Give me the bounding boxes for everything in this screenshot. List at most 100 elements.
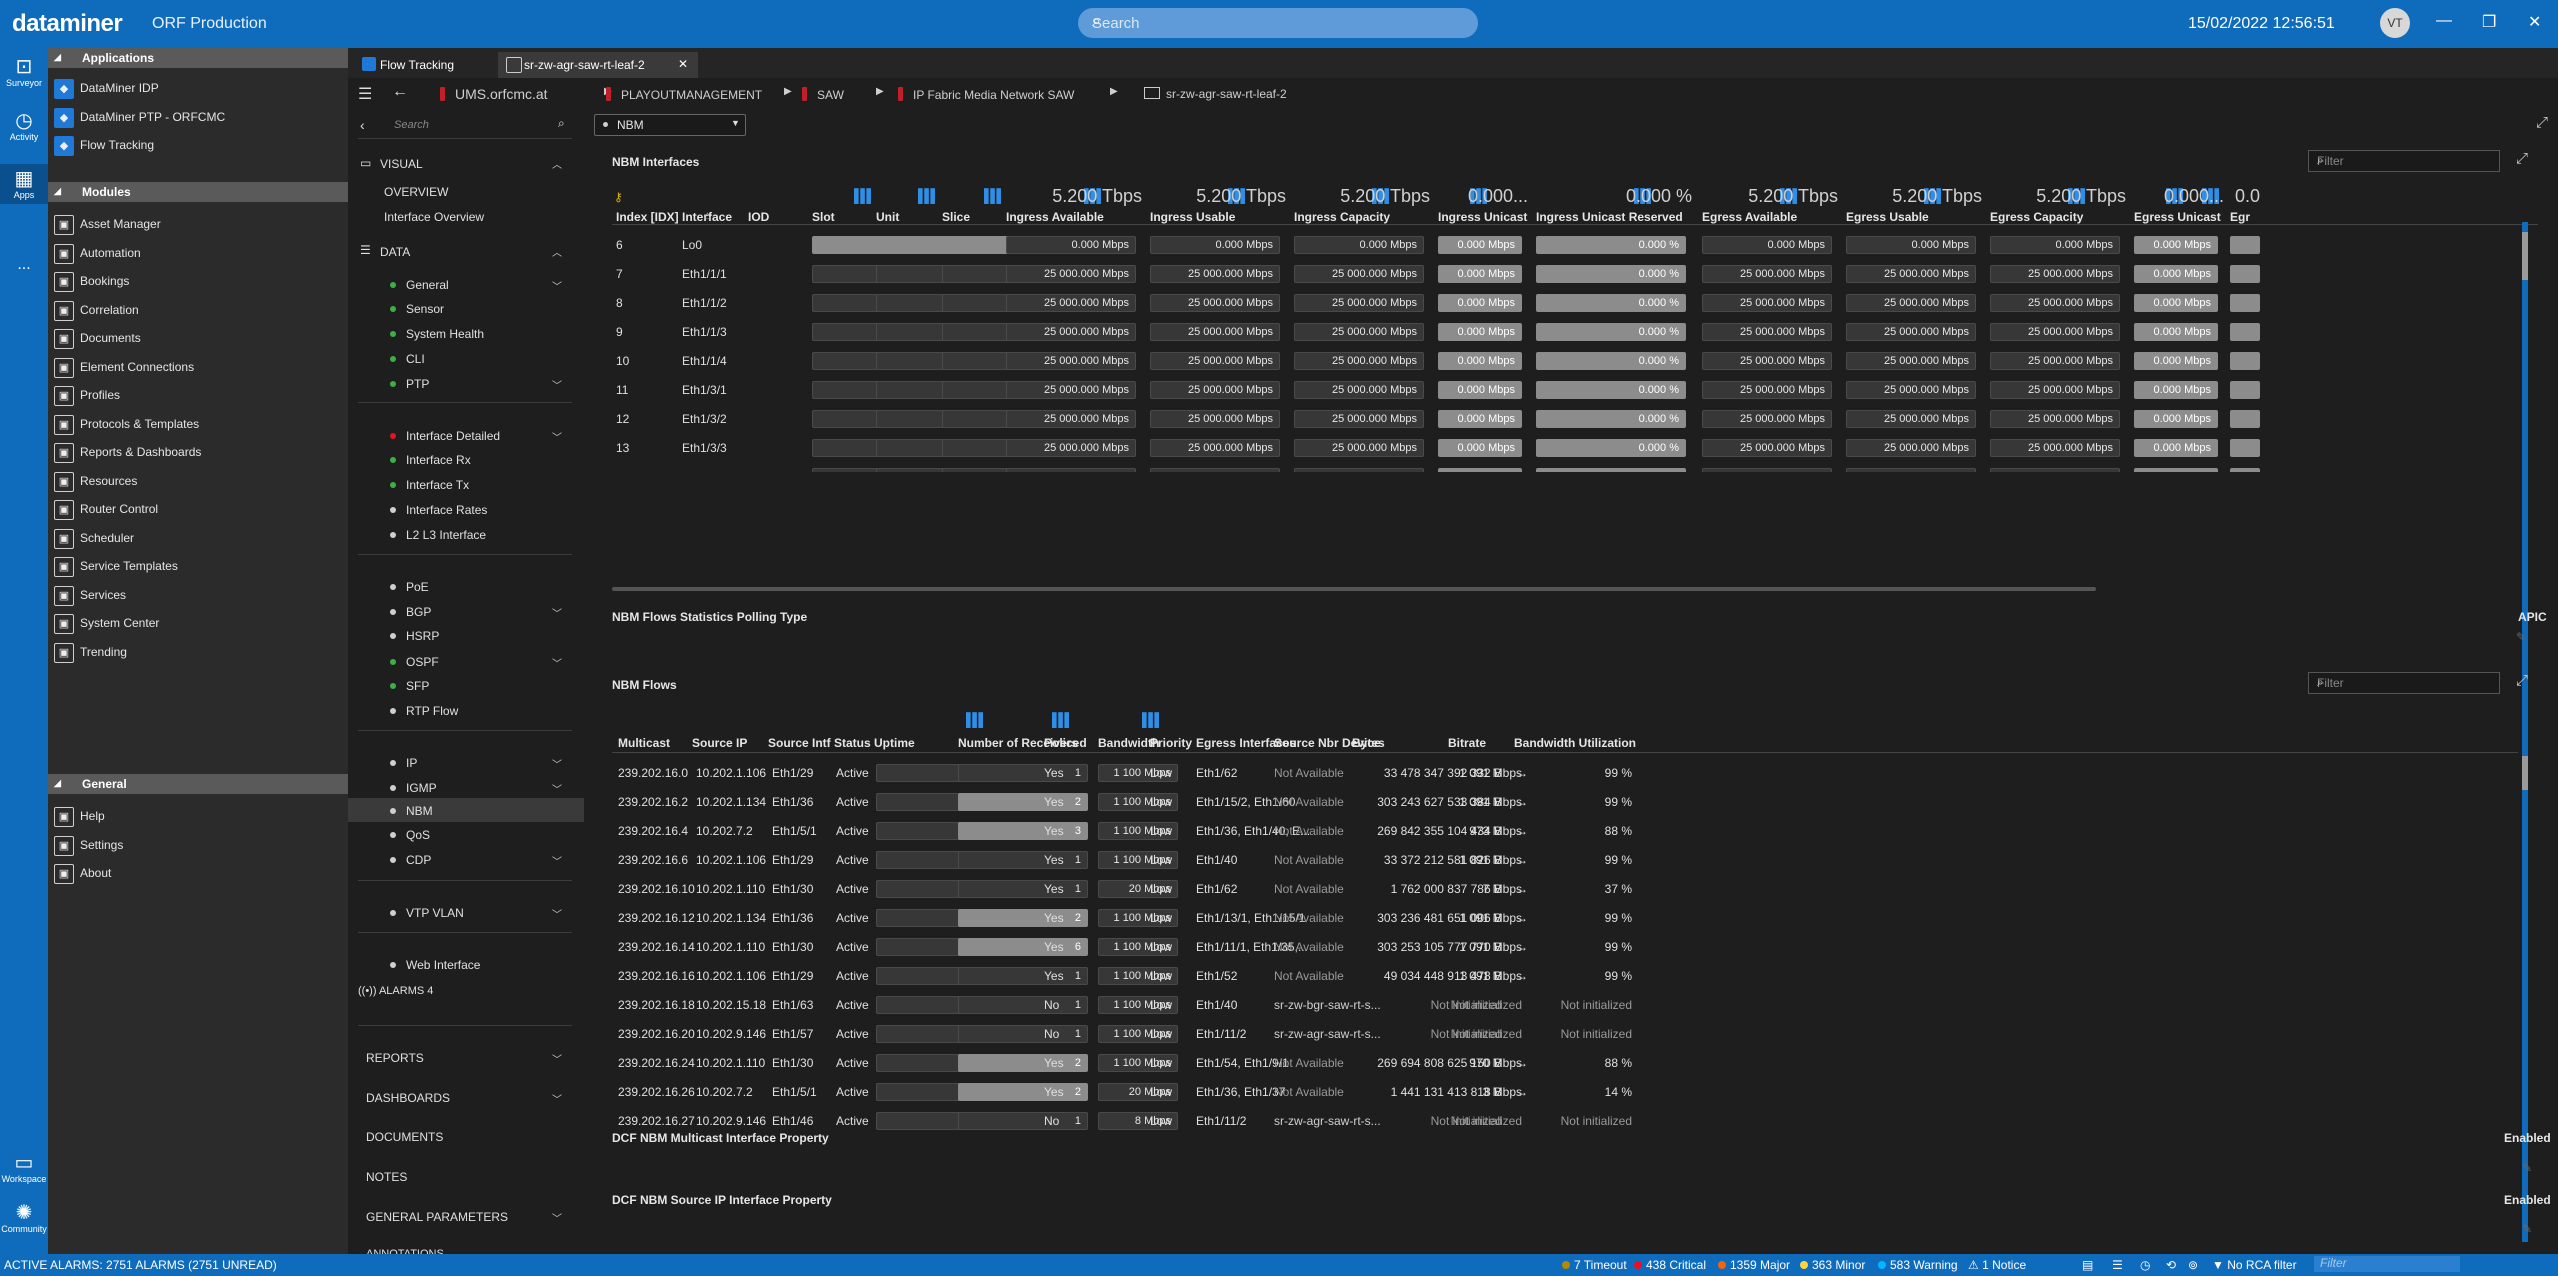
tab-element[interactable]: sr-zw-agr-saw-rt-leaf-2 ✕ [498,52,698,78]
chevron-down-icon[interactable]: ﹀ [552,853,562,868]
tree-ptp[interactable]: PTP [390,377,429,391]
chevron-down-icon[interactable]: ﹀ [552,278,562,293]
tree-ospf[interactable]: OSPF [390,655,439,669]
column-header[interactable]: Ingress Unicast [1438,210,1527,224]
nav-item[interactable]: ◆ Flow Tracking [48,131,348,159]
modules-header[interactable]: ◢ Modules [48,182,348,202]
column-header[interactable]: Unit [876,210,899,224]
chevron-down-icon[interactable]: ﹀ [552,655,562,670]
user-avatar[interactable]: VT [2380,8,2410,38]
tree-interface-detailed[interactable]: Interface Detailed [390,429,500,443]
tree-alarms[interactable]: ((•)) ALARMS 4 [358,985,433,997]
list-icon[interactable]: ☰ [2112,1258,2123,1272]
applications-header[interactable]: ◢ Applications [48,48,348,68]
warning-count[interactable]: 583 Warning [1878,1258,1958,1272]
nav-item[interactable]: ▣ Element Connections [48,353,348,381]
rail-more[interactable]: ... [0,256,48,274]
expand-icon[interactable]: ⤢ [2516,672,2528,689]
chart-icon[interactable]: ▌▌▌ [854,188,876,203]
nav-item[interactable]: ▣ Documents [48,324,348,352]
tree-notes[interactable]: NOTES [366,1170,407,1184]
chevron-down-icon[interactable]: ﹀ [552,756,562,771]
breadcrumb-item[interactable]: IP Fabric Media Network SAW [898,87,1074,102]
close-tab-icon[interactable]: ✕ [678,57,688,71]
chart-icon[interactable]: ▌▌▌ [1142,712,1164,727]
column-header[interactable]: Policed [1044,736,1087,750]
nav-item[interactable]: ▣ Services [48,581,348,609]
tree-general-parameters[interactable]: GENERAL PARAMETERS [366,1210,508,1224]
tree-cli[interactable]: CLI [390,352,425,366]
chevron-down-icon[interactable]: ﹀ [552,906,562,921]
column-header[interactable]: Egr [2230,210,2250,224]
edit-icon[interactable]: ✎ [2522,1161,2532,1175]
tree-general[interactable]: General [390,278,449,292]
chevron-down-icon[interactable]: ﹀ [552,1091,562,1106]
rail-community[interactable]: ✺ Community [0,1202,48,1234]
global-search-input[interactable]: Search ⌕ [1078,8,1478,38]
column-header[interactable]: Slot [812,210,835,224]
column-header[interactable]: Egress Available [1702,210,1797,224]
column-header[interactable]: Egress Usable [1846,210,1929,224]
back-icon[interactable]: ‹ [360,117,365,133]
close-window-icon[interactable]: ✕ [2528,12,2541,32]
flows-filter-input[interactable]: Filter ⌕ [2308,672,2500,694]
nav-item[interactable]: ◆ DataMiner PTP - ORFCMC [48,103,348,131]
nav-item[interactable]: ▣ Reports & Dashboards [48,438,348,466]
chevron-up-icon[interactable]: ︿ [552,156,562,171]
tree-search-input[interactable]: Search [394,119,429,131]
tree-vtp-vlan[interactable]: VTP VLAN [390,906,464,920]
tree-sensor[interactable]: Sensor [390,302,444,316]
chevron-down-icon[interactable]: ﹀ [552,781,562,796]
column-header[interactable]: Source Intf [768,736,831,750]
page-select[interactable]: NBM ▼ [594,114,746,136]
column-header[interactable]: Ingress Capacity [1294,210,1390,224]
chart-icon[interactable]: ▌▌▌ [918,188,940,203]
chevron-down-icon[interactable]: ﹀ [552,605,562,620]
major-count[interactable]: 1359 Major [1718,1258,1790,1272]
column-header[interactable]: Ingress Available [1006,210,1104,224]
search-icon[interactable]: ⌕ [558,116,565,131]
column-header[interactable]: Uptime [874,736,915,750]
tree-interface-rx[interactable]: Interface Rx [390,453,471,467]
tree-visual[interactable]: VISUAL [380,157,423,171]
nav-item[interactable]: ▣ Help [48,802,348,830]
tree-interface-rates[interactable]: Interface Rates [390,503,487,517]
nav-item[interactable]: ▣ Resources [48,467,348,495]
search-icon[interactable]: ⌕ [1092,13,1468,31]
tree-nbm[interactable]: NBM [390,804,433,818]
tree-cdp[interactable]: CDP [390,853,431,867]
column-header[interactable]: Status [834,736,871,750]
column-header[interactable]: IOD [748,210,769,224]
tree-l2l3-interface[interactable]: L2 L3 Interface [390,528,486,542]
active-alarms-summary[interactable]: ACTIVE ALARMS: 2751 ALARMS (2751 UNREAD) [4,1258,277,1272]
notice-count[interactable]: ⚠ 1 Notice [1968,1258,2026,1272]
list-view-icon[interactable]: ▤ [2082,1258,2093,1272]
nav-item[interactable]: ▣ Trending [48,638,348,666]
target-icon[interactable]: ⊚ [2188,1258,2198,1272]
tree-ip[interactable]: IP [390,756,417,770]
sort-icon[interactable]: △ [704,210,711,221]
timeout-count[interactable]: 7 Timeout [1562,1258,1627,1272]
nav-item[interactable]: ▣ Bookings [48,267,348,295]
column-header[interactable]: Ingress Unicast Reserved [1536,210,1683,224]
nav-item[interactable]: ◆ DataMiner IDP [48,74,348,102]
vertical-scrollbar[interactable] [2522,756,2528,790]
nav-item[interactable]: ▣ Service Templates [48,552,348,580]
chevron-down-icon[interactable]: ﹀ [552,1210,562,1225]
rca-filter[interactable]: ▼ No RCA filter [2212,1258,2297,1272]
nav-item[interactable]: ▣ Asset Manager [48,210,348,238]
nav-item[interactable]: ▣ Router Control [48,495,348,523]
breadcrumb-item[interactable]: UMS.orfcmc.at [440,86,548,102]
tree-sfp[interactable]: SFP [390,679,429,693]
tree-documents[interactable]: DOCUMENTS [366,1130,443,1144]
tree-qos[interactable]: QoS [390,828,430,842]
tree-data[interactable]: DATA [380,245,410,259]
tree-overview[interactable]: OVERVIEW [384,185,448,199]
rail-apps[interactable]: ▦ Apps [0,164,48,204]
column-header[interactable]: Egress Unicast [2134,210,2221,224]
vertical-scrollbar[interactable] [2522,232,2528,280]
column-header[interactable]: Priority [1150,736,1192,750]
tree-web-interface[interactable]: Web Interface [390,958,480,972]
tree-interface-overview[interactable]: Interface Overview [384,210,484,224]
expand-icon[interactable]: ⤢ [2516,150,2528,167]
